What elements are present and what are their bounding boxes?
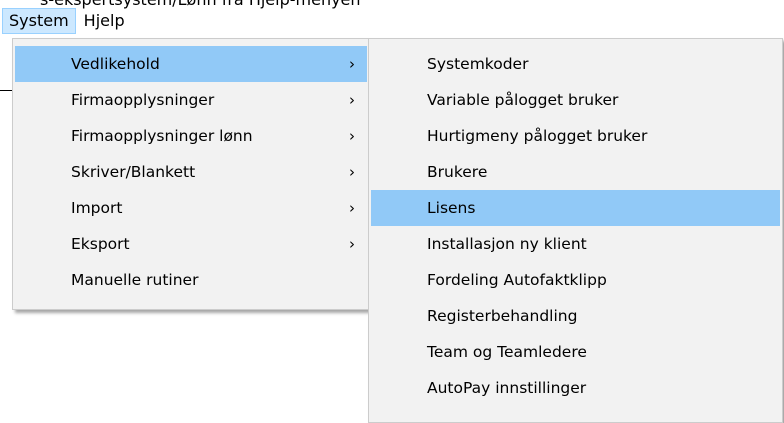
submenu-arrow-icon: › <box>349 199 355 217</box>
menu-item-firmaopplysninger-lonn[interactable]: Firmaopplysninger lønn › <box>15 118 367 154</box>
menu-item-label: Eksport <box>71 235 130 253</box>
menu-item-import[interactable]: Import › <box>15 190 367 226</box>
submenu-item-systemkoder[interactable]: Systemkoder <box>371 46 780 82</box>
submenu-item-label: Team og Teamledere <box>427 343 587 361</box>
menu-item-firmaopplysninger[interactable]: Firmaopplysninger › <box>15 82 367 118</box>
menu-system[interactable]: System <box>2 8 76 34</box>
menu-item-skriver-blankett[interactable]: Skriver/Blankett › <box>15 154 367 190</box>
submenu-arrow-icon: › <box>349 127 355 145</box>
submenu-item-label: Brukere <box>427 163 488 181</box>
menu-item-label: Manuelle rutiner <box>71 271 199 289</box>
submenu-item-variable-palogget-bruker[interactable]: Variable pålogget bruker <box>371 82 780 118</box>
menu-item-label: Firmaopplysninger lønn <box>71 127 253 145</box>
menu-bar: System Hjelp <box>0 8 784 34</box>
submenu-item-label: Lisens <box>427 199 476 217</box>
menu-item-manuelle-rutiner[interactable]: Manuelle rutiner <box>15 262 367 298</box>
submenu-item-label: Variable pålogget bruker <box>427 91 619 109</box>
submenu-item-hurtigmeny-palogget-bruker[interactable]: Hurtigmeny pålogget bruker <box>371 118 780 154</box>
menu-item-label: Skriver/Blankett <box>71 163 196 181</box>
submenu-arrow-icon: › <box>349 235 355 253</box>
submenu-item-label: Registerbehandling <box>427 307 578 325</box>
submenu-item-label: Hurtigmeny pålogget bruker <box>427 127 648 145</box>
system-dropdown-menu: Vedlikehold › Firmaopplysninger › Firmao… <box>12 38 370 310</box>
menu-item-label: Firmaopplysninger <box>71 91 215 109</box>
submenu-item-label: Installasjon ny klient <box>427 235 587 253</box>
vedlikehold-submenu: Systemkoder Variable pålogget bruker Hur… <box>368 38 783 423</box>
submenu-arrow-icon: › <box>349 163 355 181</box>
menu-item-eksport[interactable]: Eksport › <box>15 226 367 262</box>
menu-hjelp[interactable]: Hjelp <box>78 8 131 34</box>
submenu-item-fordeling-autofaktklipp[interactable]: Fordeling Autofaktklipp <box>371 262 780 298</box>
submenu-item-registerbehandling[interactable]: Registerbehandling <box>371 298 780 334</box>
submenu-arrow-icon: › <box>349 91 355 109</box>
submenu-item-team-og-teamledere[interactable]: Team og Teamledere <box>371 334 780 370</box>
menu-item-label: Vedlikehold <box>71 55 160 73</box>
submenu-item-label: Systemkoder <box>427 55 529 73</box>
submenu-item-label: Fordeling Autofaktklipp <box>427 271 607 289</box>
menu-item-vedlikehold[interactable]: Vedlikehold › <box>15 46 367 82</box>
submenu-item-brukere[interactable]: Brukere <box>371 154 780 190</box>
menu-item-label: Import <box>71 199 123 217</box>
submenu-item-installasjon-ny-klient[interactable]: Installasjon ny klient <box>371 226 780 262</box>
submenu-arrow-icon: › <box>349 55 355 73</box>
submenu-item-lisens[interactable]: Lisens <box>371 190 780 226</box>
submenu-item-label: AutoPay innstillinger <box>427 379 587 397</box>
submenu-item-autopay-innstillinger[interactable]: AutoPay innstillinger <box>371 370 780 406</box>
